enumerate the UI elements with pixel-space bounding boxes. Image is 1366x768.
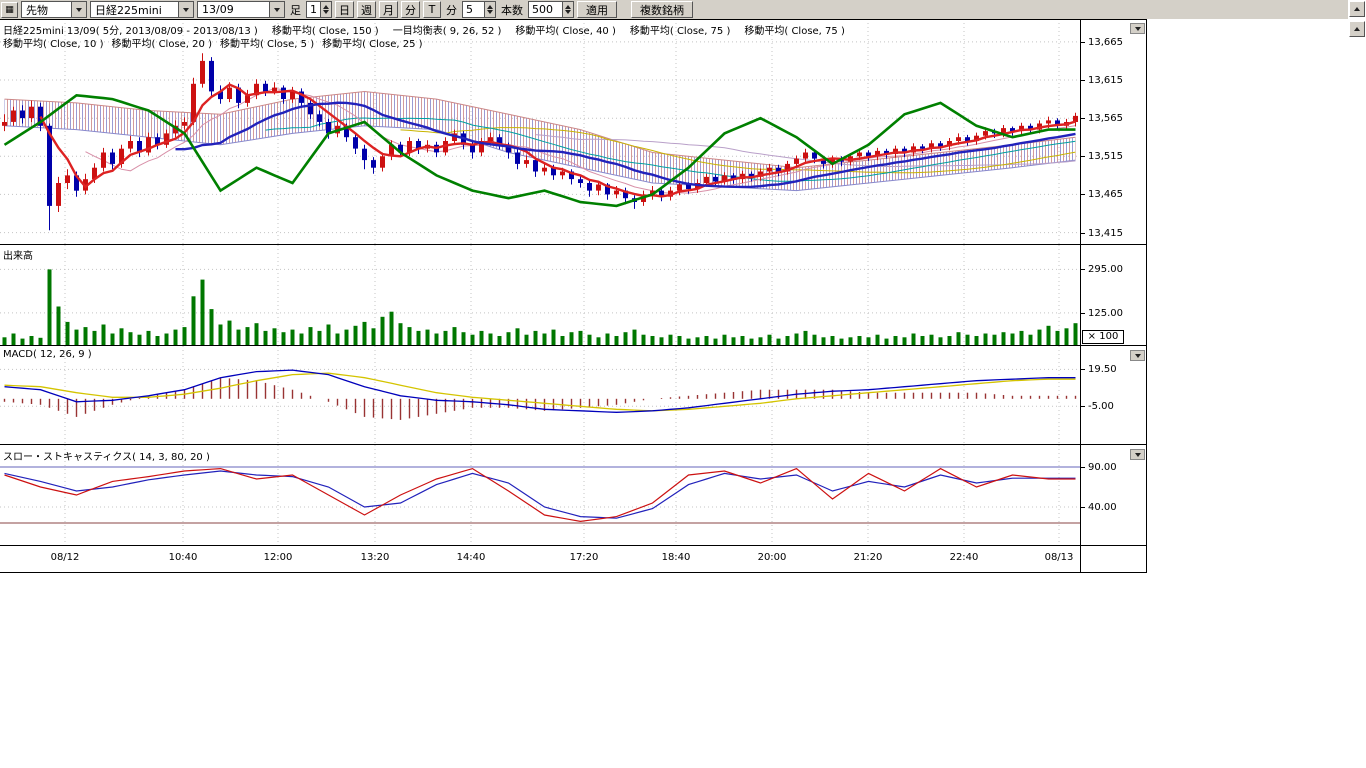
indicator-label: 移動平均( Close, 25 ) [322,39,422,50]
chart-icon: ▦ [5,5,14,15]
volume-axis-label: 295.00 [1081,263,1123,275]
macd-pane-label: MACD( 12, 26, 9 ) [3,349,92,360]
bar-count-label: 本数 [499,2,525,18]
macd-axis-label: -5.00 [1081,400,1114,412]
time-axis-label: 08/12 [43,552,87,563]
volume-multiplier: × 100 [1082,330,1124,344]
indicator-label: 移動平均( Close, 5 ) [220,39,314,50]
minute-label: 分 [444,2,459,18]
price-axis-label: 13,465 [1081,188,1123,200]
price-axis-label: 13,665 [1081,36,1123,48]
period-day-button[interactable]: 日 [335,1,354,18]
pane-border [0,345,1147,346]
arrow-up-icon [1354,27,1360,31]
indicator-label: 移動平均( Close, 40 ) [515,26,615,37]
pane-border [0,545,1147,546]
period-week-button[interactable]: 週 [357,1,376,18]
period-tick-button[interactable]: T [423,1,441,18]
time-axis-label: 10:40 [161,552,205,563]
time-axis-label: 14:40 [449,552,493,563]
instrument-type-select[interactable]: 先物 [21,1,87,18]
price-chart[interactable] [0,19,1080,244]
axis-divider [1080,19,1081,573]
indicator-label: 移動平均( Close, 75 ) [630,26,730,37]
period-minute-button[interactable]: 分 [401,1,420,18]
stoch-axis-label: 90.00 [1081,461,1117,473]
price-pane-menu-button[interactable] [1130,23,1145,34]
time-axis-label: 08/13 [1037,552,1081,563]
price-axis-label: 13,515 [1081,150,1123,162]
time-axis-label: 22:40 [942,552,986,563]
price-axis-label: 13,615 [1081,74,1123,86]
indicator-label: 移動平均( Close, 75 ) [744,26,844,37]
symbol-select[interactable]: 日経225mini [90,1,194,18]
macd-axis-label: 19.50 [1081,363,1117,375]
contract-month-select[interactable]: 13/09 [197,1,285,18]
chevron-down-icon [1135,27,1141,31]
contract-month-value: 13/09 [202,3,234,16]
indicator-row: 移動平均( Close, 10 ) 移動平均( Close, 20 ) 移動平均( … [3,35,431,50]
chevron-down-icon [71,2,86,17]
chevron-down-icon [1135,453,1141,457]
pane-border [0,572,1147,573]
bar-type-label: 足 [288,2,303,18]
scroll-up-button-2[interactable] [1349,21,1365,37]
arrow-up-icon [1354,7,1360,11]
stoch-pane-menu-button[interactable] [1130,449,1145,460]
time-axis-label: 18:40 [654,552,698,563]
spinner-arrows-icon[interactable] [484,2,495,17]
time-axis-label: 20:00 [750,552,794,563]
bar-count-value: 1 [310,3,317,16]
time-axis-label: 12:00 [256,552,300,563]
bar-count-spinner[interactable]: 1 [306,1,332,18]
symbol-value: 日経225mini [95,2,162,18]
volume-pane-label: 出来高 [3,247,33,262]
macd-pane-menu-button[interactable] [1130,350,1145,361]
apply-button[interactable]: 適用 [577,1,617,18]
spinner-arrows-icon[interactable] [562,2,573,17]
pane-border [0,19,1147,20]
instrument-type-value: 先物 [26,2,48,18]
indicator-label: 移動平均( Close, 20 ) [111,39,211,50]
volume-axis-label: 125.00 [1081,307,1123,319]
chart-settings-button[interactable]: ▦ [1,2,18,18]
scroll-up-button[interactable] [1349,1,1365,17]
time-axis-label: 17:20 [562,552,606,563]
indicator-label: 移動平均( Close, 10 ) [3,39,103,50]
period-month-button[interactable]: 月 [379,1,398,18]
chart-panel: 日経225mini 13/09( 5分, 2013/08/09 - 2013/0… [0,19,1147,573]
pane-border [0,444,1147,445]
volume-chart[interactable] [0,245,1080,345]
stoch-pane-label: スロー・ストキャスティクス( 14, 3, 80, 20 ) [3,448,210,463]
minute-value: 5 [466,3,473,16]
spinner-arrows-icon[interactable] [320,2,331,17]
time-axis-label: 13:20 [353,552,397,563]
multi-symbol-button[interactable]: 複数銘柄 [631,1,693,18]
bars-spinner[interactable]: 500 [528,1,574,18]
chevron-down-icon [269,2,284,17]
pane-border [0,244,1147,245]
chart-right-border [1146,19,1147,573]
macd-chart[interactable] [0,346,1080,444]
toolbar: ▦ 先物 日経225mini 13/09 足 1 日 週 月 分 T 分 5 本… [0,0,1348,19]
price-axis-label: 13,415 [1081,227,1123,239]
chevron-down-icon [178,2,193,17]
time-axis-label: 21:20 [846,552,890,563]
minute-spinner[interactable]: 5 [462,1,496,18]
stoch-axis-label: 40.00 [1081,501,1117,513]
price-axis-label: 13,565 [1081,112,1123,124]
chevron-down-icon [1135,354,1141,358]
bars-value: 500 [532,3,553,16]
